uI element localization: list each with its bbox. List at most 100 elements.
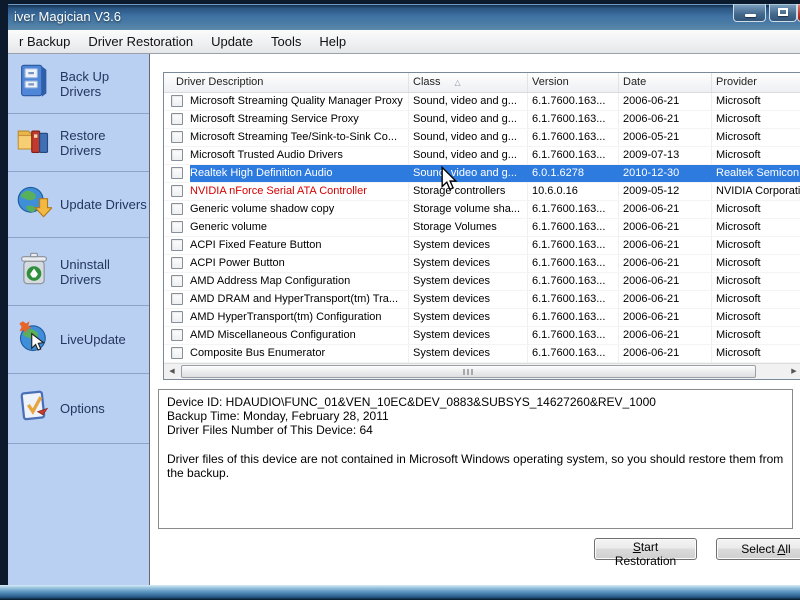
driver-checkbox[interactable] <box>171 221 183 233</box>
cell-cls: Storage controllers <box>409 183 528 200</box>
menu-item-driver-restoration[interactable]: Driver Restoration <box>79 30 202 53</box>
driver-checkbox[interactable] <box>171 95 183 107</box>
cell-version: 10.6.0.16 <box>528 183 619 200</box>
cell-version: 6.1.7600.163... <box>528 201 619 218</box>
driver-checkbox[interactable] <box>171 347 183 359</box>
table-row[interactable]: Microsoft Streaming Tee/Sink-to-Sink Co.… <box>164 129 800 147</box>
menu-item-update[interactable]: Update <box>202 30 262 53</box>
sidebar-item-label: Back Up Drivers <box>60 68 110 99</box>
cell-version: 6.1.7600.163... <box>528 327 619 344</box>
menu-item-tools[interactable]: Tools <box>262 30 310 53</box>
column-header-version[interactable]: Version <box>528 73 619 92</box>
cell-date: 2006-06-21 <box>619 219 712 236</box>
cell-desc: AMD HyperTransport(tm) Configuration <box>190 309 409 326</box>
restore-window-icon <box>778 8 788 16</box>
driver-checkbox[interactable] <box>171 275 183 287</box>
cell-date: 2006-06-21 <box>619 345 712 362</box>
cell-desc: AMD Address Map Configuration <box>190 273 409 290</box>
cell-version: 6.1.7600.163... <box>528 147 619 164</box>
scroll-right-arrow[interactable]: ▶ <box>786 364 800 379</box>
cell-date: 2006-05-21 <box>619 129 712 146</box>
cell-version: 6.1.7600.163... <box>528 345 619 362</box>
sidebar-item-label: Uninstall Drivers <box>60 256 110 287</box>
cell-date: 2006-06-21 <box>619 237 712 254</box>
driver-checkbox[interactable] <box>171 149 183 161</box>
sidebar-item-label: Restore Drivers <box>60 127 106 158</box>
cell-provider: Microsoft <box>716 311 761 323</box>
column-header-provider[interactable]: Provider <box>712 73 800 92</box>
scroll-left-arrow[interactable]: ◀ <box>164 364 180 379</box>
column-header-class[interactable]: Class △ <box>409 73 528 92</box>
column-header-driver-description[interactable]: Driver Description <box>164 73 409 92</box>
sidebar-item-restore-drivers[interactable]: Restore Drivers <box>8 114 149 172</box>
driver-checkbox[interactable] <box>171 293 183 305</box>
cell-provider: Microsoft <box>716 221 761 233</box>
options-check-icon <box>16 388 52 429</box>
window-content: Back Up Drivers Restore Drivers Update Dri… <box>8 54 800 585</box>
table-row[interactable]: Generic volume Storage Volumes 6.1.7600.16… <box>164 219 800 237</box>
cell-provider: Realtek Semicon <box>712 165 800 182</box>
sidebar-item-liveupdate[interactable]: LiveUpdate <box>8 306 149 374</box>
cell-version: 6.1.7600.163... <box>528 219 619 236</box>
table-row[interactable]: NVIDIA nForce Serial ATA Controller Stora… <box>164 183 800 201</box>
column-header-date[interactable]: Date <box>619 73 712 92</box>
table-row[interactable]: AMD DRAM and HyperTransport(tm) Tra... Sy… <box>164 291 800 309</box>
table-row[interactable]: Generic volume shadow copy Storage volume… <box>164 201 800 219</box>
table-row[interactable]: AMD Miscellaneous Configuration System de… <box>164 327 800 345</box>
driver-checkbox[interactable] <box>171 167 183 179</box>
cell-cls: System devices <box>409 327 528 344</box>
sidebar: Back Up Drivers Restore Drivers Update Dri… <box>8 54 150 585</box>
cell-provider: Microsoft <box>716 95 761 107</box>
cell-desc: ACPI Fixed Feature Button <box>190 237 409 254</box>
driver-checkbox[interactable] <box>171 131 183 143</box>
sidebar-item-options[interactable]: Options <box>8 374 149 444</box>
cell-version: 6.1.7600.163... <box>528 273 619 290</box>
menu-item-help[interactable]: Help <box>310 30 355 53</box>
cell-desc: Microsoft Streaming Quality Manager Prox… <box>190 93 409 110</box>
cell-desc: Realtek High Definition Audio <box>190 165 409 182</box>
cell-cls: System devices <box>409 291 528 308</box>
cell-provider: Microsoft <box>716 149 761 161</box>
cell-version: 6.1.7600.163... <box>528 291 619 308</box>
cell-date: 2006-06-21 <box>619 201 712 218</box>
driver-checkbox[interactable] <box>171 113 183 125</box>
table-row[interactable]: Microsoft Streaming Quality Manager Prox… <box>164 93 800 111</box>
minimize-button[interactable] <box>733 4 766 22</box>
driver-checkbox[interactable] <box>171 329 183 341</box>
files-number-line: Driver Files Number of This Device: 64 <box>167 423 373 437</box>
driver-checkbox[interactable] <box>171 257 183 269</box>
maximize-button[interactable] <box>769 4 797 22</box>
window-title: iver Magician V3.6 <box>14 9 121 24</box>
cell-provider: Microsoft <box>716 203 761 215</box>
cell-cls: Sound, video and g... <box>409 93 528 110</box>
driver-checkbox[interactable] <box>171 239 183 251</box>
table-row[interactable]: ACPI Power Button System devices 6.1.7600.… <box>164 255 800 273</box>
table-row[interactable]: Microsoft Streaming Service Proxy Sound, … <box>164 111 800 129</box>
sidebar-item-back-up-drivers[interactable]: Back Up Drivers <box>8 54 149 114</box>
horizontal-scrollbar[interactable]: ◀ ▶ <box>164 363 800 379</box>
cell-provider: NVIDIA Corporati <box>716 185 800 197</box>
cell-desc: Generic volume shadow copy <box>190 201 409 218</box>
start-restoration-button[interactable]: Start Restoration <box>594 538 697 568</box>
table-row[interactable]: AMD HyperTransport(tm) Configuration Syst… <box>164 309 800 327</box>
sidebar-item-update-drivers[interactable]: Update Drivers <box>8 172 149 238</box>
table-row[interactable]: Realtek High Definition Audio Sound, vide… <box>164 165 800 183</box>
cell-version: 6.1.7600.163... <box>528 111 619 128</box>
sidebar-item-uninstall-drivers[interactable]: Uninstall Drivers <box>8 238 149 306</box>
menu-item-r-backup[interactable]: r Backup <box>10 30 79 53</box>
cell-provider: Microsoft <box>716 347 761 359</box>
table-row[interactable]: AMD Address Map Configuration System devi… <box>164 273 800 291</box>
cell-desc: Generic volume <box>190 219 409 236</box>
column-header-label: Driver Description <box>176 76 264 88</box>
table-row[interactable]: Microsoft Trusted Audio Drivers Sound, vi… <box>164 147 800 165</box>
table-row[interactable]: Composite Bus Enumerator System devices 6.… <box>164 345 800 363</box>
scrollbar-thumb[interactable] <box>181 365 756 378</box>
driver-checkbox[interactable] <box>171 203 183 215</box>
desktop: iver Magician V3.6 r Backup Driver Restor… <box>0 0 800 600</box>
cell-date: 2006-06-21 <box>619 255 712 272</box>
select-all-button[interactable]: Select All <box>716 538 800 560</box>
driver-checkbox[interactable] <box>171 185 183 197</box>
driver-checkbox[interactable] <box>171 311 183 323</box>
table-row[interactable]: ACPI Fixed Feature Button System devices 6… <box>164 237 800 255</box>
cell-cls: System devices <box>409 273 528 290</box>
